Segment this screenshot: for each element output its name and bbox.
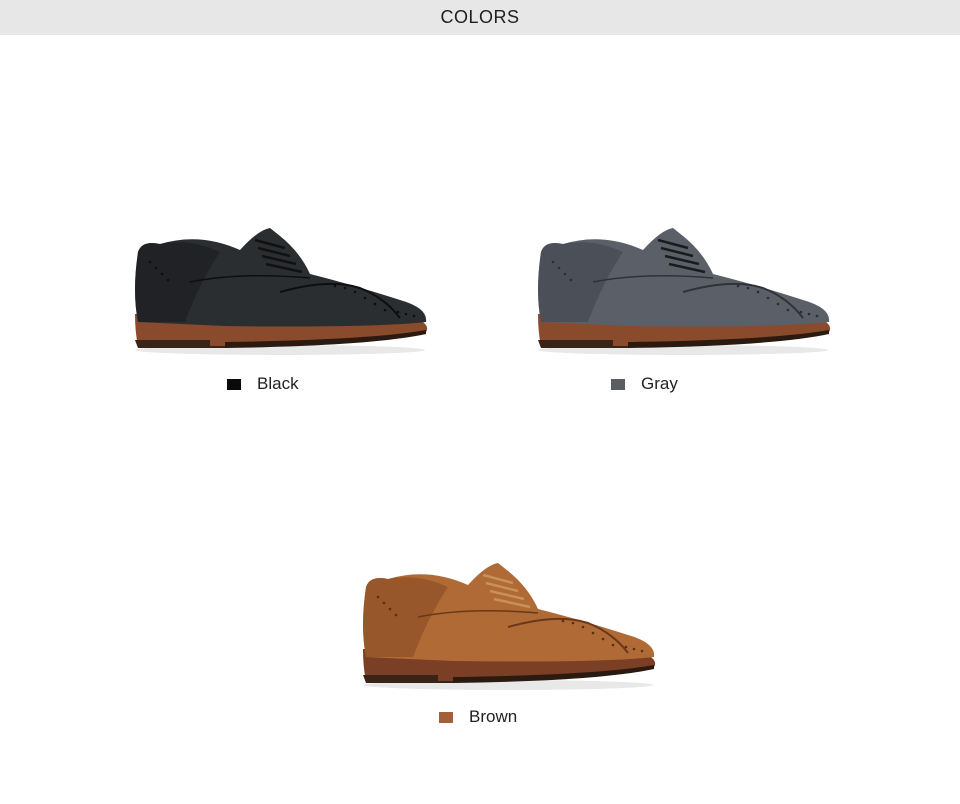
- wingtip-oxford-shoe-icon: [363, 563, 656, 690]
- shoe-image-gray: [533, 222, 838, 357]
- page-title: COLORS: [440, 7, 520, 27]
- color-option-brown[interactable]: Brown: [439, 706, 517, 728]
- color-swatch-gray: [611, 378, 625, 390]
- color-swatch-black: [227, 378, 241, 390]
- color-label-brown: Brown: [469, 707, 518, 726]
- shoe-image-brown: [358, 557, 663, 692]
- wingtip-oxford-shoe-icon: [538, 228, 831, 355]
- color-option-gray[interactable]: Gray: [611, 373, 678, 395]
- shoe-image-black: [130, 222, 435, 357]
- wingtip-oxford-shoe-icon: [135, 228, 428, 355]
- color-label-gray: Gray: [641, 374, 678, 393]
- color-swatch-brown: [439, 711, 453, 723]
- header-bar: COLORS: [0, 0, 960, 35]
- color-label-black: Black: [257, 374, 299, 393]
- color-option-black[interactable]: Black: [227, 373, 299, 395]
